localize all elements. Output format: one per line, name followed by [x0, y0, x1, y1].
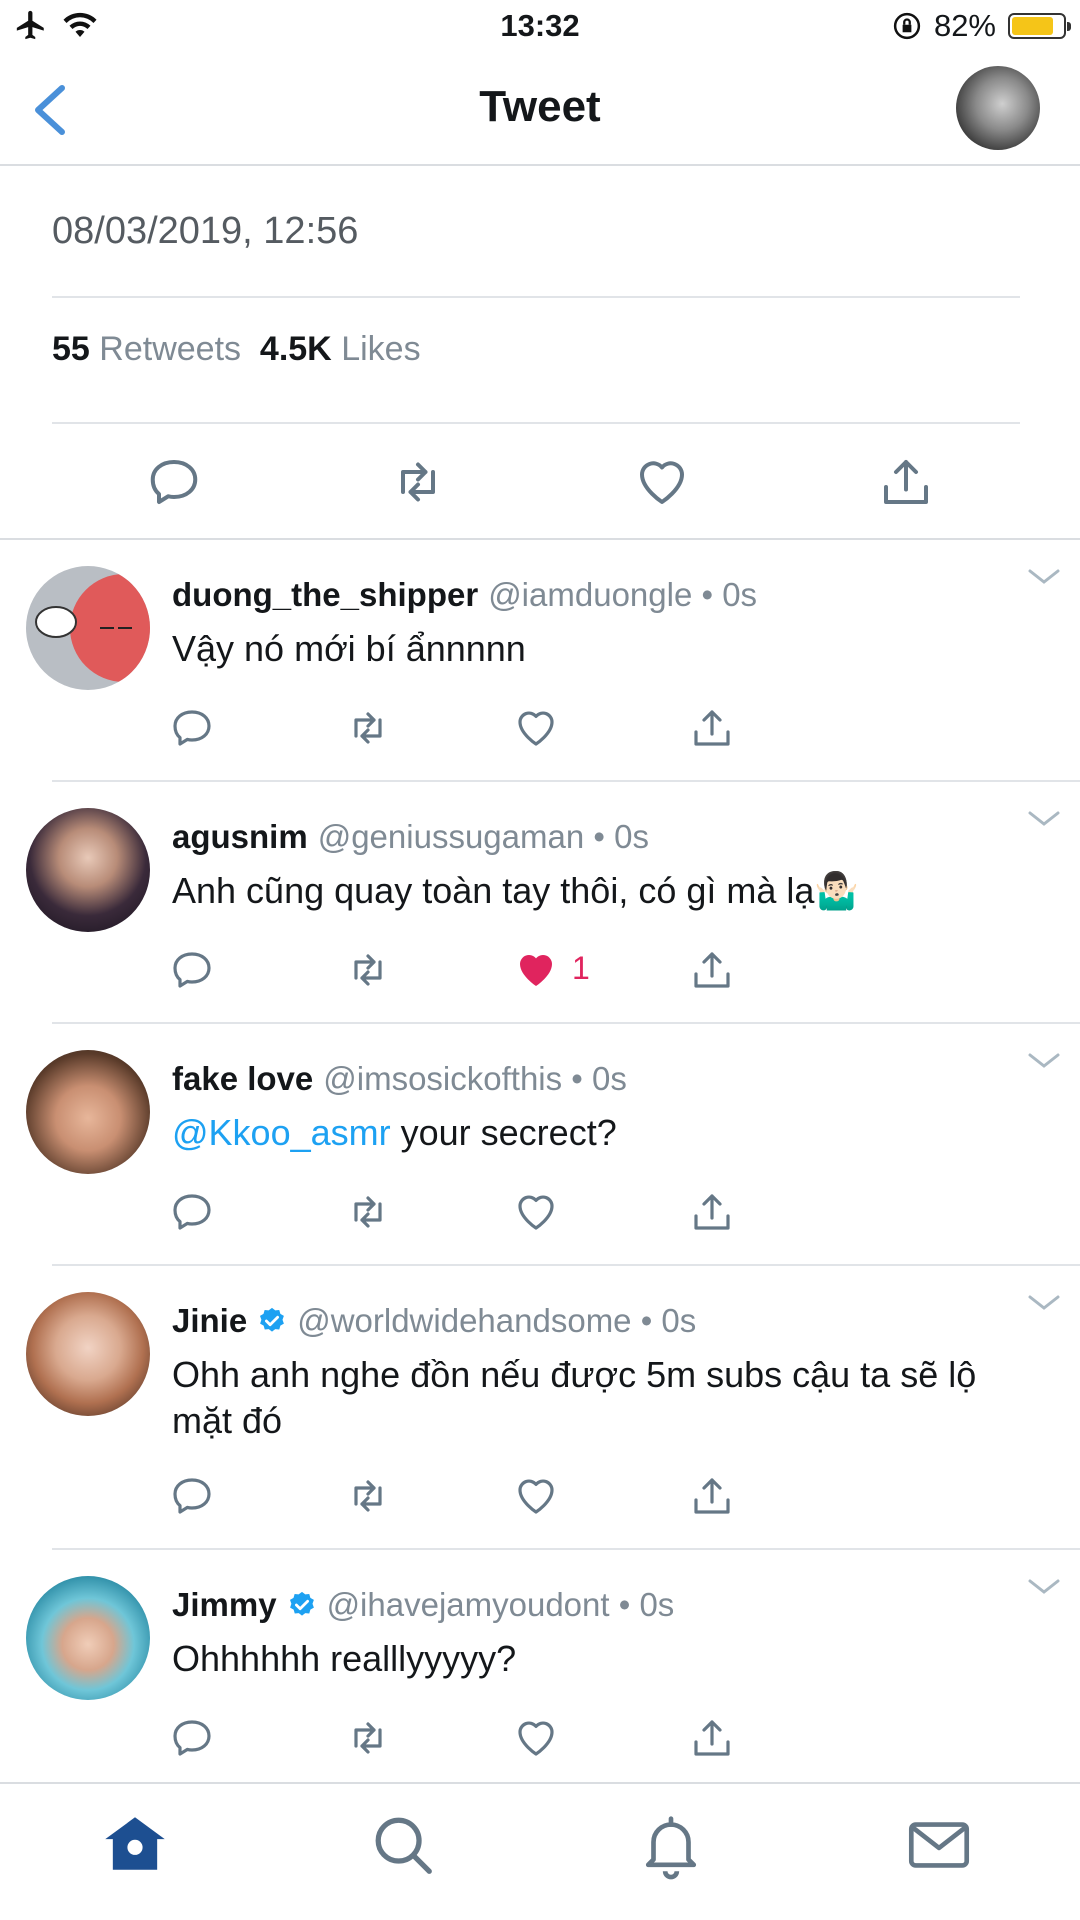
- reply-item[interactable]: fake love @imsosickofthis • 0s @Kkoo_asm…: [0, 1024, 1080, 1264]
- tweet-stats: 55 Retweets 4.5K Likes: [52, 330, 421, 369]
- battery-percent: 82%: [933, 8, 996, 43]
- retweets-label[interactable]: Retweets: [99, 330, 241, 368]
- share-icon[interactable]: [688, 1714, 736, 1762]
- share-icon[interactable]: [688, 946, 736, 994]
- avatar-image: [35, 574, 150, 682]
- orientation-lock-icon: [893, 12, 921, 40]
- reply-icon[interactable]: [168, 1472, 216, 1520]
- like-icon[interactable]: [512, 1472, 560, 1520]
- divider: [52, 422, 1020, 424]
- avatar[interactable]: [26, 808, 150, 932]
- retweet-icon[interactable]: [344, 1472, 392, 1520]
- verified-badge-icon: [260, 1307, 285, 1332]
- avatar[interactable]: [26, 566, 150, 690]
- reply-item[interactable]: agusnim @geniussugaman • 0s Anh cũng qua…: [0, 782, 1080, 1022]
- mention-link[interactable]: @Kkoo_asmr: [172, 1112, 391, 1153]
- reply-item[interactable]: Jinie @worldwidehandsome • 0s Ohh anh ng…: [0, 1266, 1080, 1548]
- like-icon[interactable]: [512, 1714, 560, 1762]
- like-icon[interactable]: [512, 1188, 560, 1236]
- home-icon[interactable]: [100, 1810, 170, 1880]
- reply-icon[interactable]: [144, 452, 204, 512]
- battery-icon: [1008, 13, 1071, 39]
- chevron-down-icon[interactable]: [1028, 1294, 1060, 1312]
- battery-level: [1012, 17, 1053, 35]
- reply-icon[interactable]: [168, 1188, 216, 1236]
- reply-author-name[interactable]: fake love: [172, 1060, 313, 1098]
- liked-heart-icon[interactable]: [512, 946, 560, 994]
- reply-author-handle: @iamduongle • 0s: [488, 576, 758, 613]
- reply-author-name[interactable]: agusnim: [172, 818, 308, 856]
- reply-author-handle: @worldwidehandsome • 0s: [297, 1302, 697, 1339]
- retweet-icon[interactable]: [344, 946, 392, 994]
- likes-count[interactable]: 4.5K: [260, 330, 332, 368]
- chevron-down-icon[interactable]: [1028, 568, 1060, 586]
- reply-text: Ohh anh nghe đồn nếu được 5m subs cậu ta…: [172, 1354, 977, 1441]
- share-icon[interactable]: [688, 1188, 736, 1236]
- tweet-timestamp: 08/03/2019, 12:56: [52, 210, 359, 252]
- search-icon[interactable]: [368, 1810, 438, 1880]
- messages-icon[interactable]: [904, 1810, 974, 1880]
- reply-icon[interactable]: [168, 1714, 216, 1762]
- chevron-down-icon[interactable]: [1028, 810, 1060, 828]
- chevron-down-icon[interactable]: [1028, 1052, 1060, 1070]
- retweet-icon[interactable]: [344, 704, 392, 752]
- like-icon[interactable]: [632, 452, 692, 512]
- avatar[interactable]: [26, 1576, 150, 1700]
- avatar[interactable]: [26, 1050, 150, 1174]
- reply-icon[interactable]: [168, 704, 216, 752]
- reply-author-handle: @ihavejamyoudont • 0s: [326, 1586, 675, 1623]
- reply-author-name[interactable]: Jimmy: [172, 1586, 277, 1624]
- reply-text: Ohhhhhh realllyyyyy?: [172, 1638, 517, 1679]
- status-bar: 13:32 82%: [0, 0, 1080, 52]
- reply-text: Vậy nó mới bí ẩnnnnn: [172, 628, 526, 669]
- reply-text: Anh cũng quay toàn tay thôi, có gì mà lạ…: [172, 870, 860, 911]
- profile-avatar[interactable]: [956, 66, 1040, 150]
- reply-author-handle: @geniussugaman • 0s: [317, 818, 649, 855]
- avatar[interactable]: [26, 1292, 150, 1416]
- retweet-icon[interactable]: [344, 1714, 392, 1762]
- reply-item[interactable]: Jimmy @ihavejamyoudont • 0s Ohhhhhh real…: [0, 1550, 1080, 1780]
- like-count: 1: [572, 950, 590, 986]
- share-icon[interactable]: [688, 1472, 736, 1520]
- like-icon[interactable]: [512, 704, 560, 752]
- share-icon[interactable]: [876, 452, 936, 512]
- tweet-actions: [0, 440, 1080, 540]
- tab-bar: [0, 1782, 1080, 1920]
- notifications-icon[interactable]: [636, 1810, 706, 1880]
- reply-text-body: your secrect?: [390, 1112, 617, 1153]
- retweets-count[interactable]: 55: [52, 330, 90, 368]
- retweet-icon[interactable]: [388, 452, 448, 512]
- likes-label[interactable]: Likes: [341, 330, 420, 368]
- share-icon[interactable]: [688, 704, 736, 752]
- retweet-icon[interactable]: [344, 1188, 392, 1236]
- reply-author-name[interactable]: duong_the_shipper: [172, 576, 478, 614]
- verified-badge-icon: [289, 1591, 314, 1616]
- reply-text: @Kkoo_asmr your secrect?: [172, 1110, 1022, 1156]
- chevron-down-icon[interactable]: [1028, 1578, 1060, 1596]
- reply-item[interactable]: duong_the_shipper @iamduongle • 0s Vậy n…: [0, 540, 1080, 780]
- divider: [52, 296, 1020, 298]
- reply-author-name[interactable]: Jinie: [172, 1302, 247, 1340]
- reply-icon[interactable]: [168, 946, 216, 994]
- page-title: Tweet: [479, 82, 601, 131]
- nav-bar: Tweet: [0, 52, 1080, 166]
- reply-author-handle: @imsosickofthis • 0s: [323, 1060, 627, 1097]
